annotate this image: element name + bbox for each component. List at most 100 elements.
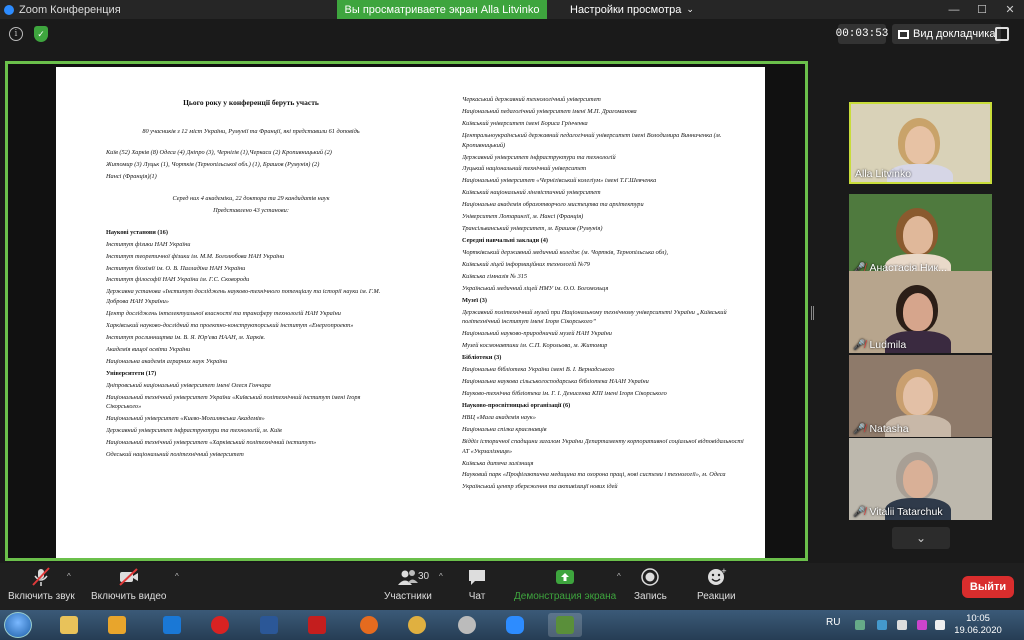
language-indicator[interactable]: RU xyxy=(826,617,840,628)
chat-button[interactable]: Чат xyxy=(466,567,488,602)
record-icon xyxy=(641,568,660,586)
window-title: Zoom Конференция xyxy=(19,3,121,16)
speaker-view-button[interactable]: Вид докладчика xyxy=(892,24,1002,44)
document-line: Національний університет «Чернігівський … xyxy=(462,177,657,185)
taskbar-zoom-icon[interactable] xyxy=(498,613,532,637)
taskbar-screen-icon[interactable] xyxy=(548,613,582,637)
document-line: Музеї (3) xyxy=(462,296,487,304)
participant-name-label: Vitalii Tatarchuk xyxy=(869,506,943,518)
start-button-icon[interactable] xyxy=(4,612,32,638)
participants-options-caret[interactable]: ^ xyxy=(439,572,443,581)
participant-tile[interactable]: 🎤̸ Ludmila xyxy=(849,271,992,353)
document-line: Науковий парк «Профілактична медицина та… xyxy=(462,471,726,479)
document-line: Харківський науково-дослідний та проектн… xyxy=(106,322,354,329)
document-line: 80 учасників з 12 міст України, Румунії … xyxy=(142,127,360,135)
window-controls: — ☐ ✕ xyxy=(940,0,1024,19)
document-line: Наукові установи (16) xyxy=(106,228,168,236)
document-line: Чортківський державний медичний коледж (… xyxy=(462,249,669,256)
meeting-toolbar: Включить звук ^ Включить видео ^ Участни… xyxy=(0,563,1024,610)
close-icon[interactable]: ✕ xyxy=(996,0,1024,19)
clock-time: 10:05 xyxy=(966,613,990,624)
participants-icon xyxy=(397,570,418,585)
document-line: Національна академія аграрних наук Украї… xyxy=(106,357,228,365)
video-off-icon xyxy=(119,568,138,586)
document-line: Державна установа «Інститут досліджень н… xyxy=(106,288,381,306)
tray-volume-icon[interactable] xyxy=(935,620,945,630)
document-line: Національний університет «Києво-Могилянс… xyxy=(106,415,265,423)
view-options-button[interactable]: Настройки просмотра ⌄ xyxy=(570,0,694,19)
document-line: Центральноукраїнський державний педагогі… xyxy=(462,131,722,149)
reactions-button[interactable]: + Реакции xyxy=(697,567,736,602)
document-line: НВЦ «Мала академія наук» xyxy=(462,413,536,421)
document-line: Національна наукова сільськогосподарська… xyxy=(462,378,649,386)
zoom-logo-icon xyxy=(4,4,14,15)
taskbar-pdf-icon[interactable] xyxy=(300,613,334,637)
taskbar-firefox-icon[interactable] xyxy=(352,613,386,637)
record-label: Запись xyxy=(634,591,667,602)
participant-tile[interactable]: 🎤̸ Анастасія Ник... xyxy=(849,194,992,276)
taskbar-clock[interactable]: 10:05 19.06.2020 xyxy=(950,613,1006,637)
taskbar-explorer-icon[interactable] xyxy=(52,613,86,637)
document-line: Інститут теоретичної фізики ім. М.М. Бог… xyxy=(106,252,285,260)
document-line: Науково-просвітницькі організації (6) xyxy=(462,402,571,409)
shared-document: Цього року у конференції беруть участь 80… xyxy=(56,67,765,558)
start-video-button[interactable]: Включить видео xyxy=(91,567,167,602)
participants-label: Участники xyxy=(384,591,432,602)
participant-tile[interactable]: Alla Litvinko xyxy=(849,102,992,184)
audio-options-caret[interactable]: ^ xyxy=(67,572,71,581)
info-icon[interactable]: i xyxy=(9,27,23,41)
document-line: Київ (52) Харків (8) Одеса (4) Дніпро (3… xyxy=(106,149,332,157)
document-line: Національна академія образотворчого мист… xyxy=(462,201,644,209)
document-line: Науково-технічна бібліотека ім. Г. І. Де… xyxy=(462,390,667,398)
taskbar-film-icon[interactable] xyxy=(450,613,484,637)
start-video-label: Включить видео xyxy=(91,591,167,602)
document-line: Представлено 43 установи: xyxy=(213,206,289,214)
fullscreen-icon[interactable] xyxy=(995,27,1009,41)
taskbar-teamviewer-icon[interactable] xyxy=(155,613,189,637)
share-screen-icon xyxy=(556,570,575,584)
maximize-icon[interactable]: ☐ xyxy=(968,0,996,19)
sharing-banner: Вы просматриваете экран Alla Litvinko xyxy=(337,0,547,19)
tray-network-icon[interactable] xyxy=(855,620,865,630)
participant-tile[interactable]: 🎤̸ Natasha xyxy=(849,355,992,437)
document-line: Національний педагогічний університет ім… xyxy=(462,107,637,115)
taskbar-opera-icon[interactable] xyxy=(203,613,237,637)
scroll-down-button[interactable]: ⌄ xyxy=(892,527,950,549)
record-button[interactable]: Запись xyxy=(634,567,667,602)
tray-app-icon[interactable] xyxy=(877,620,887,630)
minimize-icon[interactable]: — xyxy=(940,0,968,19)
panel-resize-handle[interactable] xyxy=(811,306,814,320)
video-options-caret[interactable]: ^ xyxy=(175,572,179,581)
mic-muted-icon: 🎤̸ xyxy=(853,339,866,351)
speaker-view-label: Вид докладчика xyxy=(913,28,996,40)
participant-name: 🎤̸ Natasha xyxy=(853,423,909,435)
reactions-label: Реакции xyxy=(697,591,736,602)
participant-tile[interactable]: 🎤̸ Vitalii Tatarchuk xyxy=(849,438,992,520)
taskbar-app-icon[interactable] xyxy=(400,613,434,637)
share-screen-button[interactable]: Демонстрация экрана xyxy=(514,567,616,602)
document-line: Інститут рослинництва ім. В. Я. Юр'єва Н… xyxy=(106,333,266,341)
taskbar-media-player-icon[interactable] xyxy=(100,613,134,637)
share-options-caret[interactable]: ^ xyxy=(617,572,621,581)
participant-name-label: Ludmila xyxy=(869,339,907,351)
taskbar-word-icon[interactable] xyxy=(252,613,286,637)
document-line: Інститут фізики НАН України xyxy=(106,240,191,248)
chevron-down-icon: ⌄ xyxy=(686,4,694,14)
zoom-window: Zoom Конференция Вы просматриваете экран… xyxy=(0,0,1024,640)
document-line: Національний науково-природничий музей Н… xyxy=(462,330,612,338)
document-line: Національна бібліотека України імені В. … xyxy=(462,366,615,374)
clock-date: 19.06.2020 xyxy=(954,625,1002,636)
document-line: Музей космонавтики ім. С.П. Корольова, м… xyxy=(462,342,608,350)
document-line: Київська гімназія № 315 xyxy=(462,272,528,280)
document-line: Академія вищої освіти України xyxy=(106,345,191,353)
document-line: Державний політехнічний музей при Націон… xyxy=(462,308,727,326)
security-shield-icon[interactable]: ✓ xyxy=(34,26,48,42)
leave-meeting-button[interactable]: Выйти xyxy=(962,576,1014,598)
mic-muted-icon xyxy=(32,567,51,586)
unmute-button[interactable]: Включить звук xyxy=(8,567,75,602)
view-layout-icon xyxy=(898,29,909,39)
document-line: Серед них 4 академіки, 22 доктора та 29 … xyxy=(172,195,330,202)
tray-viber-icon[interactable] xyxy=(917,620,927,630)
document-right-column: Черкаський державний технологічний уніве… xyxy=(462,95,752,494)
tray-flag-icon[interactable] xyxy=(897,620,907,630)
